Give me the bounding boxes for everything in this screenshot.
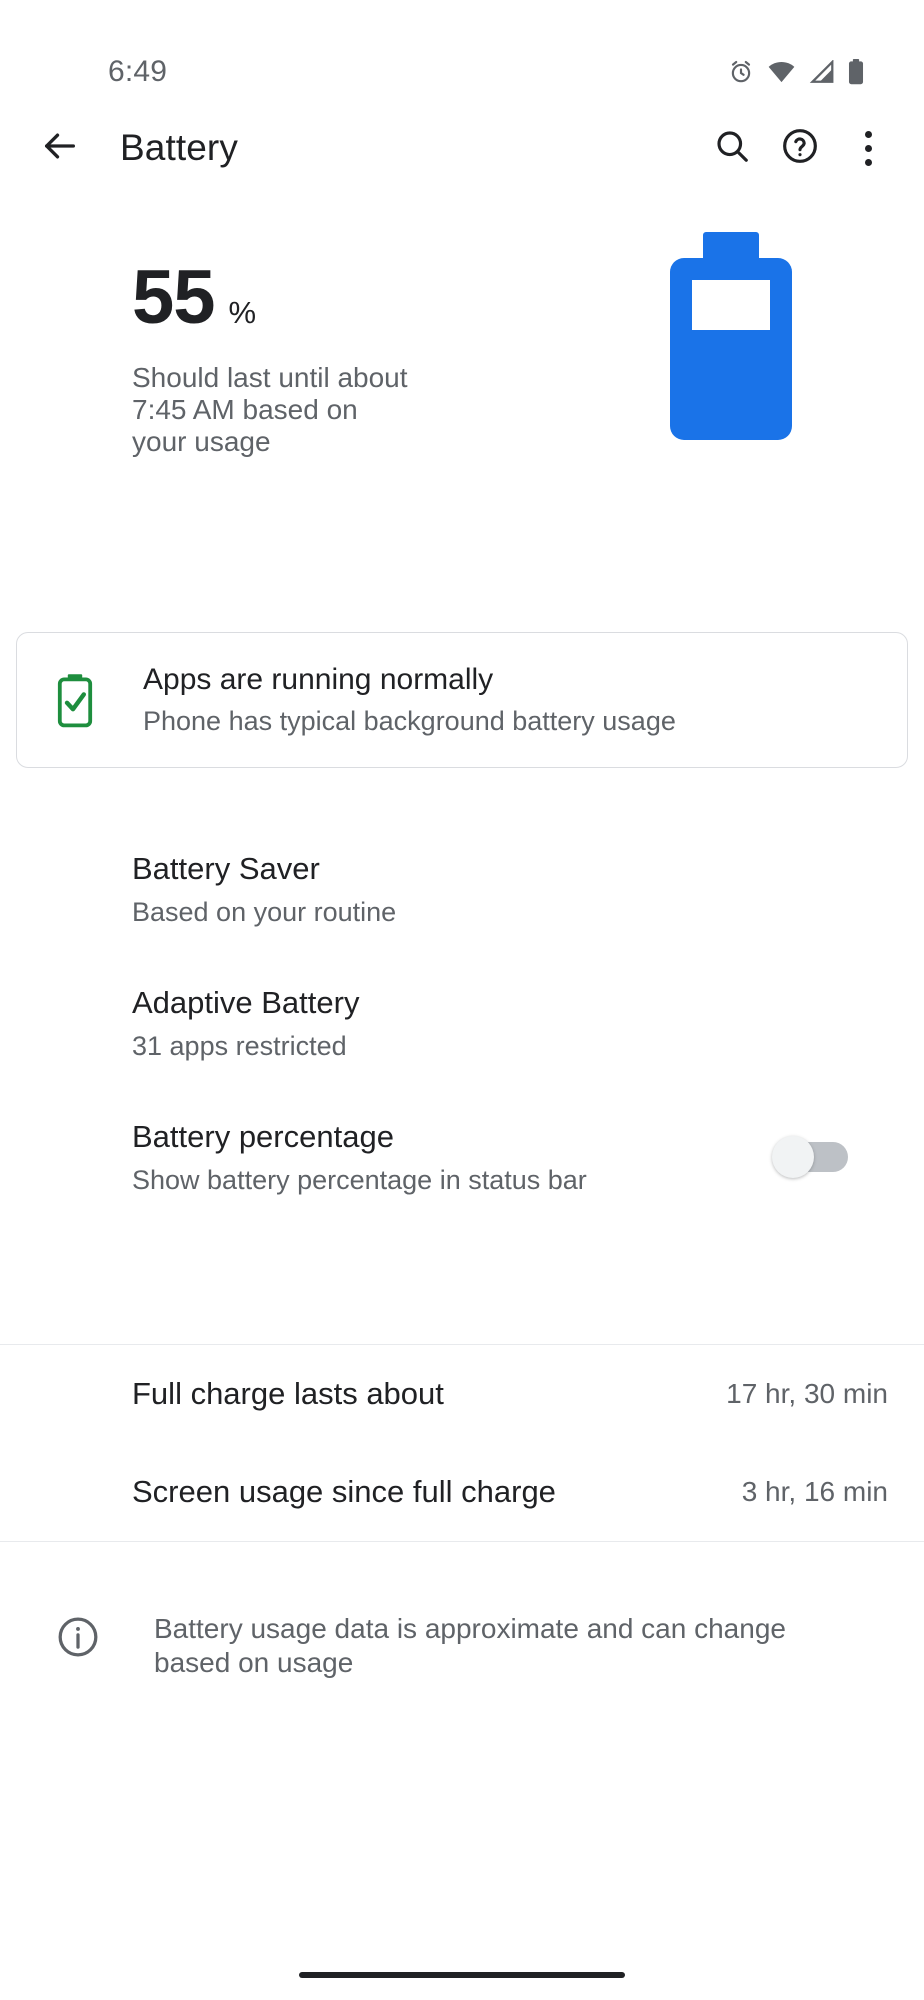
help-icon bbox=[780, 126, 820, 171]
battery-tip-title: Apps are running normally bbox=[143, 663, 494, 697]
navigation-handle[interactable] bbox=[299, 1972, 625, 1978]
stats-bottom-divider bbox=[0, 1541, 924, 1542]
stat-value: 3 hr, 16 min bbox=[741, 1476, 888, 1507]
pref-subtitle: Show battery percentage in status bar bbox=[132, 1164, 587, 1195]
stat-row-screen-usage: Screen usage since full charge 3 hr, 16 … bbox=[0, 1443, 924, 1541]
pref-subtitle: Based on your routine bbox=[132, 896, 397, 927]
back-button[interactable] bbox=[28, 116, 92, 180]
battery-percent-value: 55 bbox=[132, 255, 216, 340]
info-icon bbox=[50, 1614, 106, 1660]
search-icon bbox=[713, 127, 751, 170]
stat-row-full-charge: Full charge lasts about 17 hr, 30 min bbox=[0, 1345, 924, 1443]
battery-check-icon bbox=[47, 672, 103, 728]
wifi-icon bbox=[768, 60, 795, 84]
toggle-thumb bbox=[772, 1136, 814, 1178]
battery-preferences-list: Battery Saver Based on your routine Adap… bbox=[0, 822, 924, 1224]
pref-row-battery-saver[interactable]: Battery Saver Based on your routine bbox=[0, 822, 924, 956]
status-bar: 6:49 bbox=[0, 0, 924, 100]
search-button[interactable] bbox=[698, 114, 766, 182]
battery-tip-subtitle: Phone has typical background battery usa… bbox=[143, 706, 676, 737]
stat-label: Full charge lasts about bbox=[132, 1376, 444, 1411]
back-arrow-icon bbox=[40, 126, 80, 171]
battery-cap bbox=[703, 232, 759, 258]
pref-text: Adaptive Battery 31 apps restricted bbox=[132, 984, 884, 1062]
pref-title: Battery Saver bbox=[132, 850, 320, 886]
pref-title: Adaptive Battery bbox=[132, 984, 360, 1020]
battery-settings-screen: 6:49 Battery 55 % Should last until abou… bbox=[0, 0, 924, 2000]
pref-text: Battery Saver Based on your routine bbox=[132, 850, 884, 928]
pref-row-adaptive-battery[interactable]: Adaptive Battery 31 apps restricted bbox=[0, 956, 924, 1090]
battery-level-graphic bbox=[670, 232, 792, 440]
battery-stats-section: Full charge lasts about 17 hr, 30 min Sc… bbox=[0, 1344, 924, 1542]
stat-label: Screen usage since full charge bbox=[132, 1474, 556, 1509]
status-bar-icons bbox=[728, 15, 888, 85]
page-title: Battery bbox=[120, 127, 238, 168]
battery-percent-unit: % bbox=[228, 295, 257, 330]
signal-icon bbox=[809, 60, 834, 84]
battery-percent-row: 55 % bbox=[132, 260, 572, 336]
pref-subtitle: 31 apps restricted bbox=[132, 1030, 347, 1061]
status-bar-time: 6:49 bbox=[108, 55, 168, 88]
pref-title: Battery percentage bbox=[132, 1118, 394, 1154]
toolbar: Battery bbox=[0, 100, 924, 196]
battery-summary: 55 % Should last until about 7:45 AM bas… bbox=[0, 216, 924, 506]
battery-footer-text: Battery usage data is approximate and ca… bbox=[154, 1613, 786, 1678]
battery-summary-text: 55 % Should last until about 7:45 AM bas… bbox=[132, 216, 572, 458]
battery-estimate-text: Should last until about 7:45 AM based on… bbox=[132, 362, 408, 457]
pref-row-battery-percentage[interactable]: Battery percentage Show battery percenta… bbox=[0, 1090, 924, 1224]
battery-percentage-toggle[interactable] bbox=[772, 1136, 848, 1178]
battery-footer-note: Battery usage data is approximate and ca… bbox=[0, 1574, 924, 1679]
alarm-icon bbox=[728, 59, 754, 85]
battery-icon bbox=[848, 59, 864, 85]
battery-body bbox=[670, 258, 792, 440]
more-options-icon bbox=[864, 130, 872, 166]
battery-tip-card[interactable]: Apps are running normally Phone has typi… bbox=[16, 632, 908, 768]
help-button[interactable] bbox=[766, 114, 834, 182]
more-options-button[interactable] bbox=[834, 114, 902, 182]
pref-text: Battery percentage Show battery percenta… bbox=[132, 1118, 772, 1196]
battery-tip-text: Apps are running normally Phone has typi… bbox=[143, 662, 676, 737]
battery-empty-portion bbox=[692, 280, 770, 330]
stat-value: 17 hr, 30 min bbox=[726, 1378, 888, 1409]
